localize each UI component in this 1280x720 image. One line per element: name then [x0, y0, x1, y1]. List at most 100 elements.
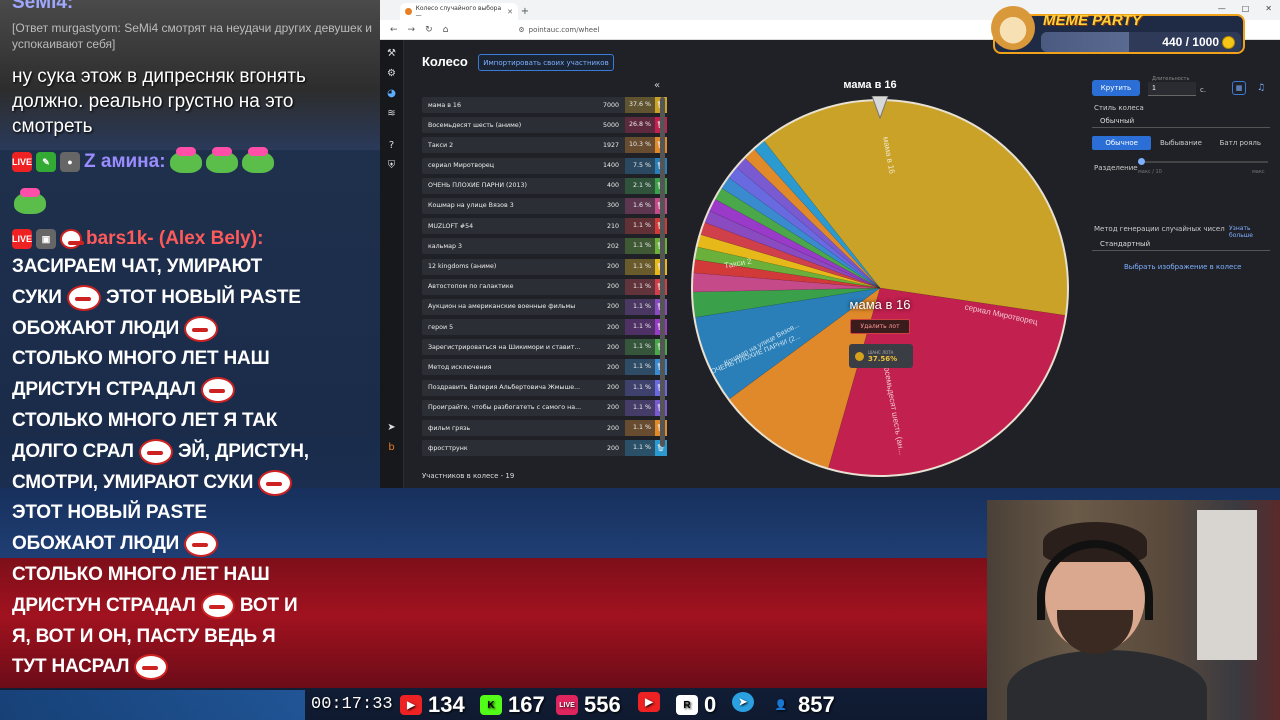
lot-name: герои 5: [428, 323, 454, 331]
wheel[interactable]: мама в 16 Такси 2 сериал Миротворец Восе…: [690, 96, 1070, 481]
lot-row[interactable]: Восемьдесят шесть (аниме)500026.8 %🗑: [422, 117, 667, 134]
r-stat: R 0: [676, 692, 716, 718]
vk-count: 556: [584, 692, 621, 717]
close-window-icon[interactable]: ✕: [1265, 4, 1272, 13]
lot-row[interactable]: 12 kingdoms (аниме)2001.1 %🗑: [422, 258, 667, 275]
lot-row[interactable]: Автостопом по галактике2001.1 %🗑: [422, 278, 667, 295]
youtube-icon: ▶: [400, 695, 422, 715]
user-icon: 👤: [774, 699, 788, 711]
lot-row[interactable]: сериал Миротворец14007.5 %🗑: [422, 157, 667, 174]
back-icon[interactable]: ←: [390, 25, 398, 35]
frog-emote-icon: [205, 147, 238, 173]
wheel-graphic[interactable]: [690, 96, 1070, 481]
side-nav: ⚒ ⚙ ◕ ≋ ? ⛨ ➤ b: [380, 40, 404, 488]
collapse-panel-icon[interactable]: «: [654, 80, 660, 91]
vk-live-icon: LIVE: [556, 695, 578, 715]
grid-icon[interactable]: ▦: [1232, 81, 1246, 95]
close-icon[interactable]: ✕: [507, 8, 513, 16]
forward-icon[interactable]: →: [408, 25, 416, 35]
duration-input[interactable]: [1148, 82, 1196, 96]
lot-percent: 7.5 %: [625, 157, 655, 174]
lot-row[interactable]: герои 52001.1 %🗑: [422, 319, 667, 336]
url-field[interactable]: ⚙ pointauc.com/wheel: [518, 26, 599, 34]
slider-thumb[interactable]: [1138, 158, 1145, 165]
stream-stats-bar: 00:17:33 ▶ 134 K 167 LIVE 556 ▶ R 0 ➤ 👤 …: [0, 690, 1280, 720]
import-participants-button[interactable]: Импортировать своих участников: [478, 54, 614, 71]
new-tab-icon[interactable]: +: [518, 3, 532, 20]
lot-value: 1927: [602, 141, 619, 149]
lot-name: ОЧЕНЬ ПЛОХИЕ ПАРНИ (2013): [428, 182, 527, 190]
lot-value: 200: [606, 323, 619, 331]
split-hint: макс / 10: [1138, 169, 1162, 175]
lot-name: Проиграйте, чтобы разбогатеть с самого н…: [428, 404, 582, 412]
vk-stat: LIVE 556: [556, 692, 621, 718]
lot-row[interactable]: MUZLOFT #542101.1 %🗑: [422, 218, 667, 235]
mode-tab-elimination[interactable]: Выбывание: [1151, 136, 1210, 150]
mode-tab-normal[interactable]: Обычное: [1092, 136, 1152, 150]
lot-percent: 1.1 %: [625, 339, 655, 356]
lot-row[interactable]: Такси 2192710.3 %🗑: [422, 137, 667, 154]
lot-row[interactable]: Зарегистрироваться на Шикимори и ставит.…: [422, 339, 667, 356]
r-count: 0: [704, 692, 717, 717]
lot-value: 200: [606, 404, 619, 412]
maximize-icon[interactable]: □: [1242, 4, 1250, 13]
participants-count: Участников в колесе - 19: [422, 472, 515, 480]
chat-user-line: LIVE ✎ ● Z амина:: [12, 147, 274, 173]
pepe-emote-icon: [200, 377, 235, 404]
help-icon[interactable]: ?: [386, 140, 398, 152]
mode-tab-battle-royale[interactable]: Батл рояль: [1211, 136, 1270, 150]
lot-row[interactable]: Поздравить Валерия Альбертовича Жмышe...…: [422, 379, 667, 396]
pepe-emote-icon: [184, 315, 219, 342]
lot-percent: 1.1 %: [625, 379, 655, 396]
lot-row[interactable]: мама в 16700037.6 %🗑: [422, 97, 667, 113]
music-icon[interactable]: ♫: [1254, 81, 1268, 95]
delete-lot-button[interactable]: Удалить лот: [850, 319, 910, 334]
chat-username: bars1k- (Alex Bely):: [86, 228, 264, 249]
site-info-icon[interactable]: ⚙: [518, 26, 524, 34]
shield-icon[interactable]: ⛨: [386, 160, 398, 172]
scrollbar[interactable]: [660, 97, 665, 447]
lot-row[interactable]: фильм грязь2001.1 %🗑: [422, 420, 667, 436]
pepe-emote-icon: [66, 284, 101, 311]
browser-tab[interactable]: Колесо случайного выбора — ✕: [400, 3, 518, 20]
bottom-progress-bar: [0, 690, 305, 720]
lot-percent: 1.6 %: [625, 197, 655, 214]
home-icon[interactable]: ⌂: [443, 25, 449, 35]
kick-icon: K: [480, 695, 502, 715]
brand-icon[interactable]: b: [386, 442, 398, 454]
minimize-icon[interactable]: —: [1218, 4, 1226, 13]
r-icon: R: [676, 695, 698, 715]
choose-image-link[interactable]: Выбрать изображение в колесе: [1124, 263, 1241, 271]
wheel-style-select[interactable]: Обычный: [1092, 114, 1270, 128]
lot-value: 200: [606, 444, 619, 452]
hammer-icon[interactable]: ⚒: [386, 48, 398, 60]
telegram-icon[interactable]: ➤: [386, 422, 398, 434]
lot-row[interactable]: Метод исключения2001.1 %🗑: [422, 359, 667, 376]
lot-name: сериал Миротворец: [428, 162, 495, 170]
chat-overlay: SeMi4: [Ответ murgastyom: SeMi4 смотрят …: [0, 0, 378, 720]
lot-row[interactable]: ОЧЕНЬ ПЛОХИЕ ПАРНИ (2013)4002.1 %🗑: [422, 177, 667, 194]
viewers-count: 857: [798, 692, 835, 717]
duration-unit: с.: [1200, 86, 1207, 94]
lot-row[interactable]: кальмар 32021.1 %🗑: [422, 238, 667, 255]
spin-button[interactable]: Крутить: [1092, 80, 1140, 96]
lot-name: фильм грязь: [428, 424, 471, 432]
pepe-emote-icon: [138, 438, 173, 465]
layers-icon[interactable]: ≋: [386, 108, 398, 120]
gear-icon[interactable]: ⚙: [386, 68, 398, 80]
youtube-stat: ▶ 134: [400, 692, 465, 718]
lot-percent: 37.6 %: [625, 97, 655, 113]
play-stat: ▶: [638, 692, 660, 712]
lot-row[interactable]: фросттрунк 200 1.1 % 🗑: [422, 440, 667, 457]
mode-tabs: Обычное Выбывание Батл рояль: [1092, 136, 1270, 150]
rng-select[interactable]: Стандартный: [1092, 237, 1270, 251]
wheel-icon[interactable]: ◕: [386, 88, 398, 100]
lot-row[interactable]: Проиграйте, чтобы разбогатеть с самого н…: [422, 399, 667, 416]
pepe-emote-icon: [258, 469, 293, 496]
split-slider[interactable]: [1138, 158, 1268, 165]
lot-row[interactable]: Кошмар на улице Вязов 33001.6 %🗑: [422, 197, 667, 214]
reload-icon[interactable]: ↻: [425, 25, 433, 35]
lot-row[interactable]: Аукцион на американские военные фильмы 20…: [422, 298, 667, 315]
lot-value: 210: [606, 222, 619, 230]
youtube-count: 134: [428, 692, 465, 717]
